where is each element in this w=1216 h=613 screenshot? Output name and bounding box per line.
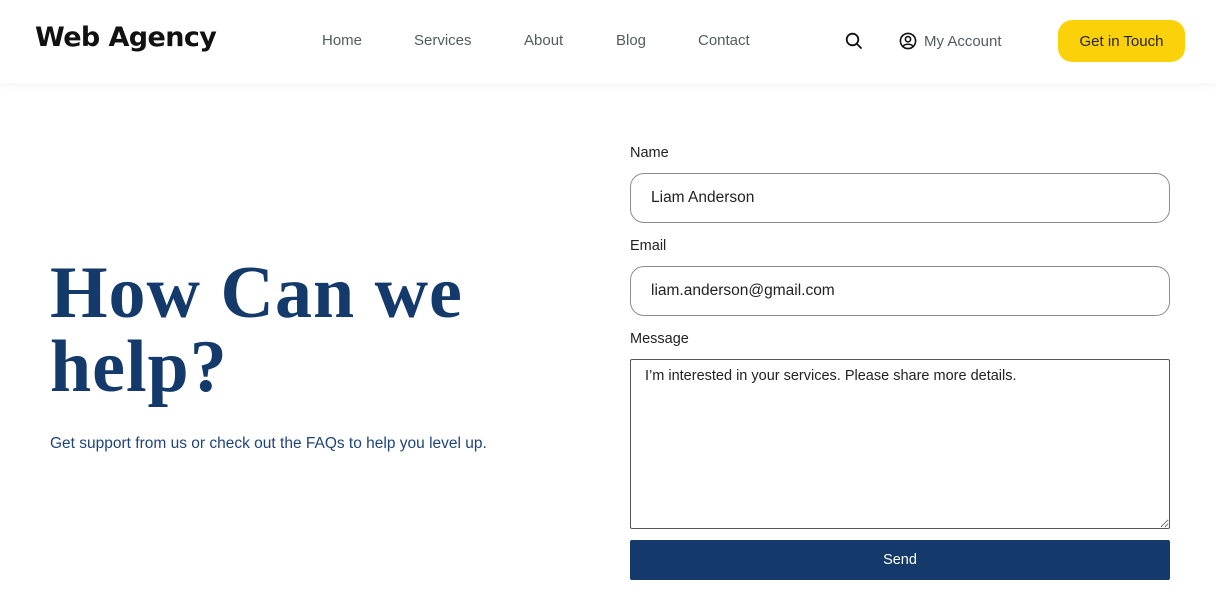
page-title: How Can we help? xyxy=(50,252,463,408)
name-label: Name xyxy=(630,145,669,161)
nav-home[interactable]: Home xyxy=(322,31,362,51)
search-button[interactable] xyxy=(843,30,865,52)
name-field[interactable] xyxy=(630,173,1170,223)
message-field[interactable]: I’m interested in your services. Please … xyxy=(630,359,1170,529)
site-header: Web Agency Home Services About Blog Cont… xyxy=(0,0,1216,83)
email-field[interactable] xyxy=(630,266,1170,316)
nav-services[interactable]: Services xyxy=(414,31,472,51)
user-circle-icon xyxy=(899,32,917,50)
send-button[interactable]: Send xyxy=(630,540,1170,580)
nav-blog[interactable]: Blog xyxy=(616,31,646,51)
hero-subtitle: Get support from us or check out the FAQ… xyxy=(50,435,487,452)
nav-contact[interactable]: Contact xyxy=(698,31,750,51)
message-label: Message xyxy=(630,331,689,347)
logo[interactable]: Web Agency xyxy=(35,20,217,56)
nav-about[interactable]: About xyxy=(524,31,563,51)
get-in-touch-button[interactable]: Get in Touch xyxy=(1058,20,1185,62)
my-account-link[interactable]: My Account xyxy=(899,30,1002,52)
my-account-label: My Account xyxy=(924,32,1002,50)
email-label: Email xyxy=(630,238,667,254)
search-icon xyxy=(845,32,862,49)
